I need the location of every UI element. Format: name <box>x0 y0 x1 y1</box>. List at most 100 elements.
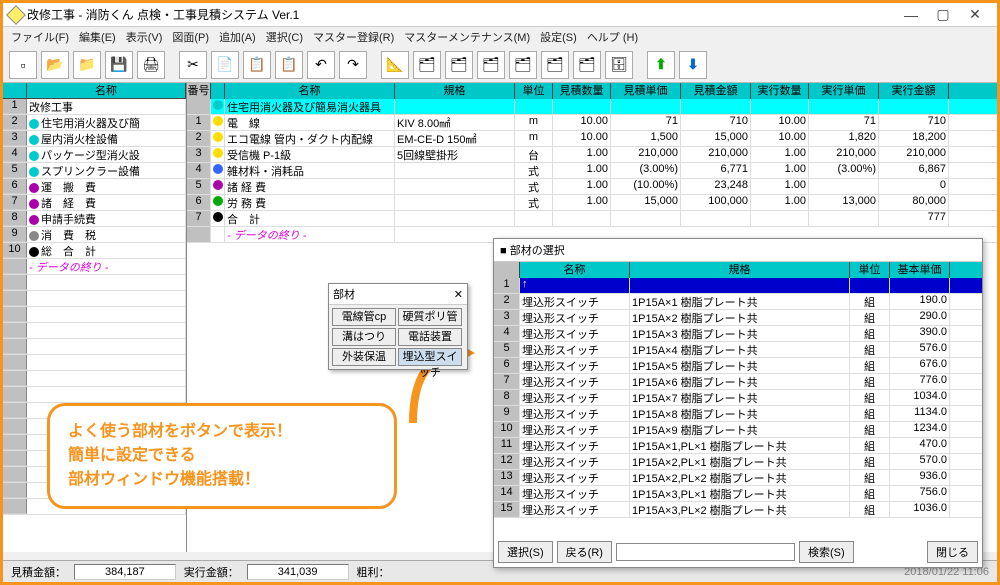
cut-icon[interactable]: ✂ <box>179 51 207 79</box>
tool3-icon[interactable]: 🗂 <box>445 51 473 79</box>
paste-icon[interactable]: 📋 <box>243 51 271 79</box>
tree-row[interactable]: 4パッケージ型消火設 <box>3 147 186 163</box>
material-btn[interactable]: 溝はつり <box>332 328 396 346</box>
material-row[interactable]: 7埋込形スイッチ1P15A×6 樹脂プレート共組776.0 <box>494 374 982 390</box>
status-actual-value: 341,039 <box>247 564 349 580</box>
callout-line1: よく使う部材をボタンで表示！ <box>68 420 376 444</box>
search-button[interactable]: 検索(S) <box>799 541 854 563</box>
close-dialog-button[interactable]: 閉じる <box>927 541 978 563</box>
material-row[interactable]: 14埋込形スイッチ1P15A×3,PL×1 樹脂プレート共組756.0 <box>494 486 982 502</box>
material-btn[interactable]: 電話装置 <box>398 328 462 346</box>
material-popup[interactable]: 部材 ✕ 電線管cp硬質ポリ管溝はつり電話装置外装保温埋込型スイッチ <box>328 283 468 370</box>
grid-row[interactable]: 2エコ電線 管内・ダクト内配線EM-CE-D 150㎟m10.001,50015… <box>187 131 997 147</box>
print-icon[interactable]: 🖨 <box>137 51 165 79</box>
tree-row[interactable]: 5スプリンクラー設備 <box>3 163 186 179</box>
grid-row[interactable]: 住宅用消火器及び簡易消火器具 <box>187 99 997 115</box>
menubar: ファイル(F) 編集(E) 表示(V) 図面(P) 追加(A) 選択(C) マス… <box>3 27 997 47</box>
menu-settings[interactable]: 設定(S) <box>540 29 577 45</box>
material-row[interactable]: 4埋込形スイッチ1P15A×3 樹脂プレート共組390.0 <box>494 326 982 342</box>
material-row[interactable]: 9埋込形スイッチ1P15A×8 樹脂プレート共組1134.0 <box>494 406 982 422</box>
grid-row[interactable]: 1電 線KIV 8.00㎟m10.007171010.0071710 <box>187 115 997 131</box>
open-icon[interactable]: 📂 <box>41 51 69 79</box>
grid-row[interactable]: 4雑材料・消耗品式1.00(3.00%)6,7711.00(3.00%)6,86… <box>187 163 997 179</box>
menu-master-reg[interactable]: マスター登録(R) <box>313 29 394 45</box>
rh-unit: 単位 <box>515 83 553 99</box>
tree-row[interactable]: 6運 搬 費 <box>3 179 186 195</box>
menu-add[interactable]: 追加(A) <box>219 29 256 45</box>
material-row[interactable]: 11埋込形スイッチ1P15A×1,PL×1 樹脂プレート共組470.0 <box>494 438 982 454</box>
rh-up: 見積単価 <box>611 83 681 99</box>
material-row[interactable]: 8埋込形スイッチ1P15A×7 樹脂プレート共組1034.0 <box>494 390 982 406</box>
menu-select[interactable]: 選択(C) <box>266 29 303 45</box>
search-input[interactable] <box>616 543 795 561</box>
grid-row[interactable]: 7合 計777 <box>187 211 997 227</box>
new-icon[interactable]: ▫ <box>9 51 37 79</box>
undo-icon[interactable]: ↶ <box>307 51 335 79</box>
close-button[interactable]: ✕ <box>959 6 991 23</box>
back-button[interactable]: 戻る(R) <box>557 541 612 563</box>
redo-icon[interactable]: ↷ <box>339 51 367 79</box>
tree-row[interactable]: 9消 費 税 <box>3 227 186 243</box>
close-icon[interactable]: ✕ <box>454 288 463 301</box>
material-btn[interactable]: 硬質ポリ管 <box>398 308 462 326</box>
paste2-icon[interactable]: 📋 <box>275 51 303 79</box>
menu-edit[interactable]: 編集(E) <box>79 29 116 45</box>
grid-row[interactable]: 5諸 経 費式1.00(10.00%)23,2481.000 <box>187 179 997 195</box>
move-up-icon[interactable]: ⬆ <box>647 51 675 79</box>
menu-master-maint[interactable]: マスターメンテナンス(M) <box>404 29 530 45</box>
callout-line3: 部材ウィンドウ機能搭載！ <box>68 468 376 492</box>
p2h-name: 名称 <box>520 262 630 278</box>
tree-row[interactable]: 1改修工事 <box>3 99 186 115</box>
menu-drawing[interactable]: 図面(P) <box>172 29 209 45</box>
grid-row[interactable]: 6労 務 費式1.0015,000100,0001.0013,00080,000 <box>187 195 997 211</box>
menu-file[interactable]: ファイル(F) <box>11 29 69 45</box>
feature-callout: よく使う部材をボタンで表示！ 簡単に設定できる 部材ウィンドウ機能搭載！ <box>47 403 397 509</box>
tool7-icon[interactable]: 🗂 <box>573 51 601 79</box>
tree-row[interactable]: 3屋内消火栓設備 <box>3 131 186 147</box>
tree-row[interactable]: 7諸 経 費 <box>3 195 186 211</box>
menu-view[interactable]: 表示(V) <box>126 29 163 45</box>
menu-help[interactable]: ヘルプ (H) <box>587 29 638 45</box>
material-btn[interactable]: 外装保温 <box>332 348 396 366</box>
app-icon <box>6 5 26 25</box>
material-row[interactable]: 1↑ <box>494 278 982 294</box>
p2h-spec: 規格 <box>630 262 850 278</box>
tool2-icon[interactable]: 🗂 <box>413 51 441 79</box>
minimize-button[interactable]: — <box>895 7 927 23</box>
rh-spec: 規格 <box>395 83 515 99</box>
rh-q: 見積数量 <box>553 83 611 99</box>
material-btn[interactable]: 埋込型スイッチ <box>398 348 462 366</box>
status-estimate-value: 384,187 <box>74 564 176 580</box>
rh-q2: 実行数量 <box>751 83 809 99</box>
tree-row[interactable]: 8申請手続費 <box>3 211 186 227</box>
tool6-icon[interactable]: 🗂 <box>541 51 569 79</box>
tree-row[interactable]: 2住宅用消火器及び簡 <box>3 115 186 131</box>
grid-row[interactable]: 3受信機 P-1級5回線壁掛形台1.00210,000210,0001.0021… <box>187 147 997 163</box>
material-popup-title: 部材 <box>333 286 355 302</box>
material-row[interactable]: 13埋込形スイッチ1P15A×2,PL×2 樹脂プレート共組936.0 <box>494 470 982 486</box>
material-row[interactable]: 6埋込形スイッチ1P15A×5 樹脂プレート共組676.0 <box>494 358 982 374</box>
save-icon[interactable]: 💾 <box>105 51 133 79</box>
db-icon[interactable]: 🗄 <box>605 51 633 79</box>
rh-name: 名称 <box>225 83 395 99</box>
material-row[interactable]: 3埋込形スイッチ1P15A×2 樹脂プレート共組290.0 <box>494 310 982 326</box>
material-btn[interactable]: 電線管cp <box>332 308 396 326</box>
p2h-price: 基本単価 <box>890 262 950 278</box>
tree-row[interactable]: 10総 合 計 <box>3 243 186 259</box>
tool1-icon[interactable]: 📐 <box>381 51 409 79</box>
material-select-dialog[interactable]: ■ 部材の選択 名称 規格 単位 基本単価 1↑2埋込形スイッチ1P15A×1 … <box>493 238 983 568</box>
material-row[interactable]: 5埋込形スイッチ1P15A×4 樹脂プレート共組576.0 <box>494 342 982 358</box>
copy-icon[interactable]: 📄 <box>211 51 239 79</box>
folder-icon[interactable]: 📁 <box>73 51 101 79</box>
move-down-icon[interactable]: ⬇ <box>679 51 707 79</box>
material-row[interactable]: 12埋込形スイッチ1P15A×2,PL×1 樹脂プレート共組570.0 <box>494 454 982 470</box>
select-button[interactable]: 選択(S) <box>498 541 553 563</box>
material-row[interactable]: 15埋込形スイッチ1P15A×3,PL×2 樹脂プレート共組1036.0 <box>494 502 982 518</box>
tool5-icon[interactable]: 🗂 <box>509 51 537 79</box>
maximize-button[interactable]: ▢ <box>927 6 959 23</box>
material-row[interactable]: 2埋込形スイッチ1P15A×1 樹脂プレート共組190.0 <box>494 294 982 310</box>
toolbar: ▫ 📂 📁 💾 🖨 ✂ 📄 📋 📋 ↶ ↷ 📐 🗂 🗂 🗂 🗂 🗂 🗂 🗄 ⬆ … <box>3 47 997 83</box>
material-select-title: 部材の選択 <box>510 245 565 257</box>
tool4-icon[interactable]: 🗂 <box>477 51 505 79</box>
material-row[interactable]: 10埋込形スイッチ1P15A×9 樹脂プレート共組1234.0 <box>494 422 982 438</box>
